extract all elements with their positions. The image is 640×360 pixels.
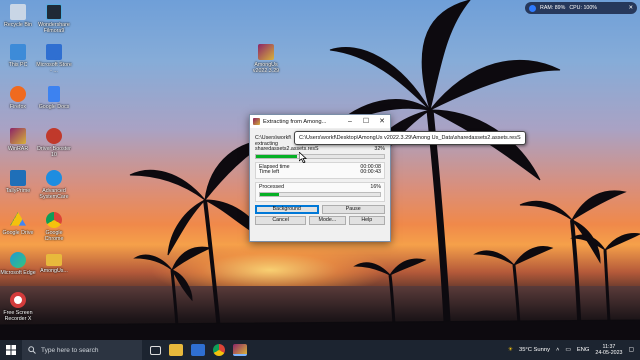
desktop-icon-filmora[interactable]: Wondershare Filmora9 bbox=[36, 4, 72, 34]
lang-indicator[interactable]: ENG bbox=[577, 347, 590, 353]
desktop-icon-google-docs[interactable]: Google Docs bbox=[36, 86, 72, 110]
tally-icon bbox=[10, 170, 26, 186]
mouse-cursor-icon bbox=[299, 152, 307, 163]
desktop-icon-google-drive[interactable]: Google Drive bbox=[0, 212, 36, 236]
processed-group: Processed 16% bbox=[255, 181, 385, 202]
store-icon[interactable] bbox=[191, 344, 205, 356]
processed-percent: 16% bbox=[370, 183, 381, 190]
minimize-icon[interactable]: – bbox=[342, 115, 358, 128]
desktop-icon-label: Driver Booster 10 bbox=[37, 146, 71, 158]
desktop-icon-label: Google Chrome bbox=[44, 230, 64, 242]
notifications-icon[interactable]: ▢ bbox=[629, 347, 634, 353]
cancel-button[interactable]: Cancel bbox=[255, 215, 307, 225]
window-titlebar[interactable]: Extracting from Among... – ☐ ✕ bbox=[250, 115, 390, 128]
desktop-icon-label: Advanced SystemCare bbox=[39, 188, 69, 200]
edge-icon bbox=[10, 252, 26, 268]
desktop-icon-google-chrome[interactable]: Google Chrome bbox=[36, 212, 72, 242]
system-tray: ☀ 35°C Sunny ˄ ▭ ENG 11:37 24-05-2023 ▢ bbox=[508, 344, 640, 357]
desktop-icon-label: Google Drive bbox=[2, 230, 34, 236]
chevron-up-icon[interactable]: ˄ bbox=[556, 347, 559, 353]
path-tooltip: C:\Users\workf\Desktop\AmongUs v2022.3.2… bbox=[294, 131, 526, 145]
file-progress-fill bbox=[256, 154, 297, 158]
file-percent: 32% bbox=[374, 146, 385, 153]
desktop-icon-label: AmongUs... bbox=[40, 268, 68, 274]
extract-filename: sharedassets2.assets.resS bbox=[255, 146, 319, 153]
store-icon bbox=[46, 44, 62, 60]
desktop-icon-free-screen-recorder[interactable]: Free Screen Recorder X bbox=[0, 292, 36, 322]
desktop-icon-advanced-systemcare[interactable]: Advanced SystemCare bbox=[36, 170, 72, 200]
docs-icon bbox=[48, 86, 60, 102]
processed-progress-fill bbox=[260, 192, 280, 196]
search-placeholder: Type here to search bbox=[41, 346, 99, 354]
winrar-archive-icon bbox=[258, 44, 274, 60]
help-button[interactable]: Help bbox=[348, 215, 386, 225]
weather-icon[interactable]: ☀ bbox=[508, 347, 513, 353]
monitor-icon bbox=[529, 4, 536, 12]
background-button[interactable]: Background bbox=[255, 204, 319, 214]
desktop-icon-amongus-archive[interactable]: AmongUs v2022.3.29 bbox=[246, 44, 286, 74]
pause-button[interactable]: Pause bbox=[321, 204, 385, 214]
time-left-label: Time left bbox=[259, 169, 280, 176]
processed-label: Processed bbox=[259, 183, 285, 190]
ram-usage: RAM: 89% bbox=[540, 5, 566, 11]
winrar-icon bbox=[253, 118, 260, 125]
time-left-value: 00:00:43 bbox=[360, 169, 381, 176]
cpu-usage: CPU: 100% bbox=[569, 5, 598, 11]
maximize-icon[interactable]: ☐ bbox=[358, 115, 374, 128]
taskbar: Type here to search ☀ 35°C Sunny ˄ ▭ ENG… bbox=[0, 340, 640, 360]
firefox-icon bbox=[10, 86, 26, 102]
weather-text[interactable]: 35°C Sunny bbox=[519, 347, 550, 353]
chrome-icon[interactable] bbox=[213, 344, 225, 356]
close-icon[interactable]: ✕ bbox=[374, 115, 390, 128]
desktop-icon-driver-booster[interactable]: Driver Booster 10 bbox=[36, 128, 72, 158]
search-icon bbox=[28, 346, 36, 354]
filmora-icon bbox=[46, 4, 62, 20]
desktop-icon-label: Firefox bbox=[9, 104, 27, 110]
mode-button[interactable]: Mode... bbox=[309, 215, 346, 225]
file-progress-bar bbox=[255, 153, 385, 159]
folder-icon bbox=[46, 254, 62, 266]
desktop-icon-label: AmongUs v2022.3.29 bbox=[252, 62, 280, 74]
network-icon[interactable]: ▭ bbox=[565, 347, 570, 353]
start-button[interactable] bbox=[0, 340, 22, 360]
window-title: Extracting from Among... bbox=[263, 118, 327, 125]
time-group: Elapsed time 00:00:08 Time left 00:00:43 bbox=[255, 161, 385, 179]
desktop-icon-winrar[interactable]: WinRAR bbox=[0, 128, 36, 152]
desktop-icon-label: Free Screen Recorder X bbox=[3, 310, 33, 322]
file-explorer-icon[interactable] bbox=[169, 344, 183, 356]
desktop-icon-label: This PC bbox=[8, 62, 28, 68]
drive-icon bbox=[10, 212, 26, 226]
clock-date: 24-05-2023 bbox=[595, 350, 623, 356]
desktop-icon-label: Wondershare Filmora9 bbox=[38, 22, 70, 34]
driver-booster-icon bbox=[46, 128, 62, 144]
system-monitor-widget[interactable]: RAM: 89% CPU: 100% ✕ bbox=[525, 2, 637, 14]
desktop-icon-microsoft-store[interactable]: Microsoft Store - ... bbox=[36, 44, 72, 74]
processed-progress-bar bbox=[259, 191, 381, 197]
desktop-icon-label: Google Docs bbox=[38, 104, 70, 110]
desktop-icon-label: TallyPrime bbox=[5, 188, 31, 194]
desktop-icon-tallyprime[interactable]: TallyPrime bbox=[0, 170, 36, 194]
windows-logo-icon bbox=[6, 345, 16, 355]
winrar-icon bbox=[10, 128, 26, 144]
desktop-icon-firefox[interactable]: Firefox bbox=[0, 86, 36, 110]
clock[interactable]: 11:37 24-05-2023 bbox=[595, 344, 622, 357]
desktop-icon-microsoft-edge[interactable]: Microsoft Edge bbox=[0, 252, 36, 276]
desktop-icon-this-pc[interactable]: This PC bbox=[0, 44, 36, 68]
taskbar-search[interactable]: Type here to search bbox=[22, 340, 142, 360]
task-view-icon[interactable] bbox=[150, 345, 161, 355]
winrar-icon[interactable] bbox=[233, 344, 247, 356]
systemcare-icon bbox=[46, 170, 62, 186]
desktop-icon-amongus-folder[interactable]: AmongUs... bbox=[36, 252, 72, 274]
desktop-icon-label: Microsoft Edge bbox=[0, 270, 36, 276]
chrome-icon bbox=[46, 212, 62, 228]
desktop-icon-label: Recycle Bin bbox=[4, 22, 32, 28]
recorder-icon bbox=[10, 292, 26, 308]
desktop-icon-label: Microsoft Store - ... bbox=[36, 62, 72, 74]
close-icon[interactable]: ✕ bbox=[629, 5, 633, 11]
desktop-icon-label: WinRAR bbox=[7, 146, 29, 152]
computer-icon bbox=[10, 44, 26, 60]
recycle-bin-icon bbox=[10, 4, 26, 20]
desktop-icon-recycle-bin[interactable]: Recycle Bin bbox=[0, 4, 36, 28]
